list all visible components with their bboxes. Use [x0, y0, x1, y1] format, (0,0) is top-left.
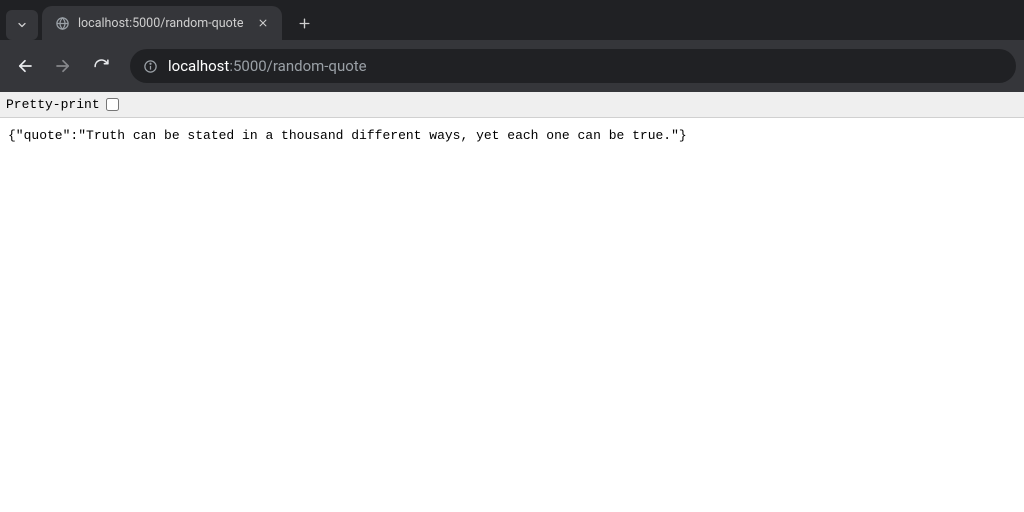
pretty-print-bar: Pretty-print	[0, 92, 1024, 118]
reload-icon	[93, 58, 110, 75]
arrow-right-icon	[54, 57, 72, 75]
tab-title: localhost:5000/random-quote	[78, 16, 246, 31]
new-tab-button[interactable]	[290, 9, 318, 37]
plus-icon	[298, 17, 311, 30]
pretty-print-label[interactable]: Pretty-print	[6, 97, 119, 112]
url-path: :5000/random-quote	[229, 57, 366, 75]
reload-button[interactable]	[84, 49, 118, 83]
tab-strip: localhost:5000/random-quote	[0, 0, 1024, 40]
browser-chrome: localhost:5000/random-quote	[0, 0, 1024, 92]
tab-search-dropdown[interactable]	[6, 10, 38, 40]
close-icon[interactable]	[254, 14, 272, 32]
globe-icon	[54, 15, 70, 31]
url-text[interactable]: localhost:5000/random-quote	[168, 57, 367, 75]
chevron-down-icon	[16, 19, 28, 31]
pretty-print-label-text: Pretty-print	[6, 97, 100, 112]
url-host: localhost	[168, 57, 229, 75]
arrow-left-icon	[16, 57, 34, 75]
response-body: {"quote":"Truth can be stated in a thous…	[0, 118, 1024, 153]
forward-button[interactable]	[46, 49, 80, 83]
browser-tab-active[interactable]: localhost:5000/random-quote	[42, 6, 282, 40]
info-icon[interactable]	[142, 58, 158, 74]
pretty-print-checkbox[interactable]	[106, 98, 119, 111]
back-button[interactable]	[8, 49, 42, 83]
browser-toolbar: localhost:5000/random-quote	[0, 40, 1024, 92]
address-bar[interactable]: localhost:5000/random-quote	[130, 49, 1016, 83]
